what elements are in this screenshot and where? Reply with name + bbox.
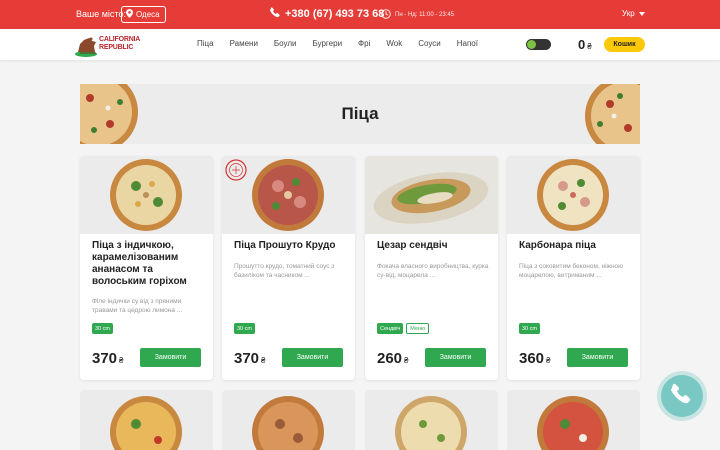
currency-symbol: ₴	[587, 42, 592, 51]
city-name: Одеса	[136, 10, 160, 19]
page-title: Піца	[341, 104, 379, 123]
nav-item-drinks[interactable]: Напої	[457, 39, 478, 48]
product-image	[222, 390, 355, 450]
product-card[interactable]	[507, 390, 640, 450]
nav-item-fries[interactable]: Фрі	[358, 39, 370, 48]
product-image	[365, 390, 498, 450]
logo-text: CALIFORNIA REPUBLIC	[99, 36, 141, 51]
nav-item-pizza[interactable]: Піца	[197, 39, 214, 48]
theme-toggle[interactable]	[526, 39, 551, 50]
product-description: Піца з соковитим беконом, ніжною моцарел…	[519, 263, 624, 279]
call-button[interactable]	[661, 375, 703, 417]
size-tag: 30 cm	[519, 323, 540, 334]
product-tags: 30 cm	[92, 323, 113, 334]
product-card[interactable]: Цезар сендвіч Фокача власного виробництв…	[365, 156, 498, 380]
price-value: 360	[519, 350, 545, 367]
chevron-down-icon	[638, 9, 645, 18]
product-image	[80, 156, 213, 234]
opening-hours: Пн - Нд: 11:00 - 23:45	[381, 9, 454, 21]
phone-number: +380 (67) 493 73 68	[285, 8, 385, 20]
product-description: Прошутто крудо, томатний соус з базиліко…	[234, 263, 335, 279]
product-image	[507, 390, 640, 450]
main-header: CALIFORNIA REPUBLIC Піца Рамени Боули Бу…	[0, 29, 720, 60]
nav-item-wok[interactable]: Wok	[386, 39, 402, 48]
order-button[interactable]: Замовити	[282, 348, 343, 367]
price-value: 370	[234, 350, 260, 367]
toggle-knob	[527, 40, 536, 49]
product-image	[365, 156, 498, 234]
product-image	[507, 156, 640, 234]
phone-icon	[270, 7, 281, 21]
product-description: Фокача власного виробництва, курка су-ві…	[377, 263, 489, 279]
bear-logo-icon	[75, 37, 97, 57]
product-image	[80, 390, 213, 450]
order-button[interactable]: Замовити	[425, 348, 486, 367]
product-name[interactable]: Карбонара піца	[519, 240, 634, 252]
product-tags: 30 cm	[234, 323, 255, 334]
size-tag: 30 cm	[92, 323, 113, 334]
category-tag: Сендвіч	[377, 323, 404, 334]
product-tags: Сендвіч Меню	[377, 323, 430, 334]
currency-symbol: ₴	[119, 356, 124, 365]
phone-icon	[671, 383, 693, 410]
top-bar: Ваше місто: Одеса +380 (67) 493 73 68 Пн…	[0, 0, 720, 29]
cart-total: 0 ₴	[578, 37, 592, 52]
city-selector[interactable]: Одеса	[121, 6, 166, 23]
product-card[interactable]: Піца Прошуто Крудо Прошутто крудо, томат…	[222, 156, 355, 380]
location-pin-icon	[126, 9, 133, 20]
currency-symbol: ₴	[404, 356, 409, 365]
product-name[interactable]: Цезар сендвіч	[377, 240, 492, 252]
nav-item-sauces[interactable]: Соуси	[418, 39, 441, 48]
cart-button[interactable]: Кошик	[604, 37, 645, 52]
price-value: 370	[92, 350, 118, 367]
nav-item-bowls[interactable]: Боули	[274, 39, 297, 48]
nav-item-ramen[interactable]: Рамени	[230, 39, 258, 48]
clock-icon	[381, 9, 391, 21]
currency-symbol: ₴	[261, 356, 266, 365]
language-selector[interactable]: Укр	[622, 9, 645, 18]
language-label: Укр	[622, 9, 635, 18]
product-card[interactable]: Піца з індичкою, карамелізованим ананасо…	[80, 156, 213, 380]
product-name[interactable]: Піца Прошуто Крудо	[234, 240, 349, 252]
hours-text: Пн - Нд: 11:00 - 23:45	[395, 12, 455, 18]
menu-tag: Меню	[406, 323, 430, 334]
currency-symbol: ₴	[546, 356, 551, 365]
product-price: 260 ₴	[377, 350, 408, 367]
order-button[interactable]: Замовити	[567, 348, 628, 367]
phone-link[interactable]: +380 (67) 493 73 68	[270, 7, 384, 21]
size-tag: 30 cm	[234, 323, 255, 334]
product-image	[222, 156, 355, 234]
category-banner: Піца	[80, 84, 640, 144]
product-price: 370 ₴	[234, 350, 265, 367]
cart-amount: 0	[578, 37, 586, 52]
product-price: 360 ₴	[519, 350, 550, 367]
product-card[interactable]	[365, 390, 498, 450]
product-description: Філе індички су від з пряними травами та…	[92, 298, 183, 314]
product-card[interactable]	[80, 390, 213, 450]
logo[interactable]: CALIFORNIA REPUBLIC	[74, 32, 144, 58]
product-name[interactable]: Піца з індичкою, карамелізованим ананасо…	[92, 240, 207, 288]
product-tags: 30 cm	[519, 323, 540, 334]
product-card[interactable]	[222, 390, 355, 450]
city-label: Ваше місто:	[76, 9, 126, 19]
nav-item-burgers[interactable]: Бургери	[313, 39, 343, 48]
order-button[interactable]: Замовити	[140, 348, 201, 367]
product-card[interactable]: Карбонара піца Піца з соковитим беконом,…	[507, 156, 640, 380]
main-nav: Піца Рамени Боули Бургери Фрі Wok Соуси …	[197, 39, 494, 48]
product-price: 370 ₴	[92, 350, 123, 367]
price-value: 260	[377, 350, 403, 367]
